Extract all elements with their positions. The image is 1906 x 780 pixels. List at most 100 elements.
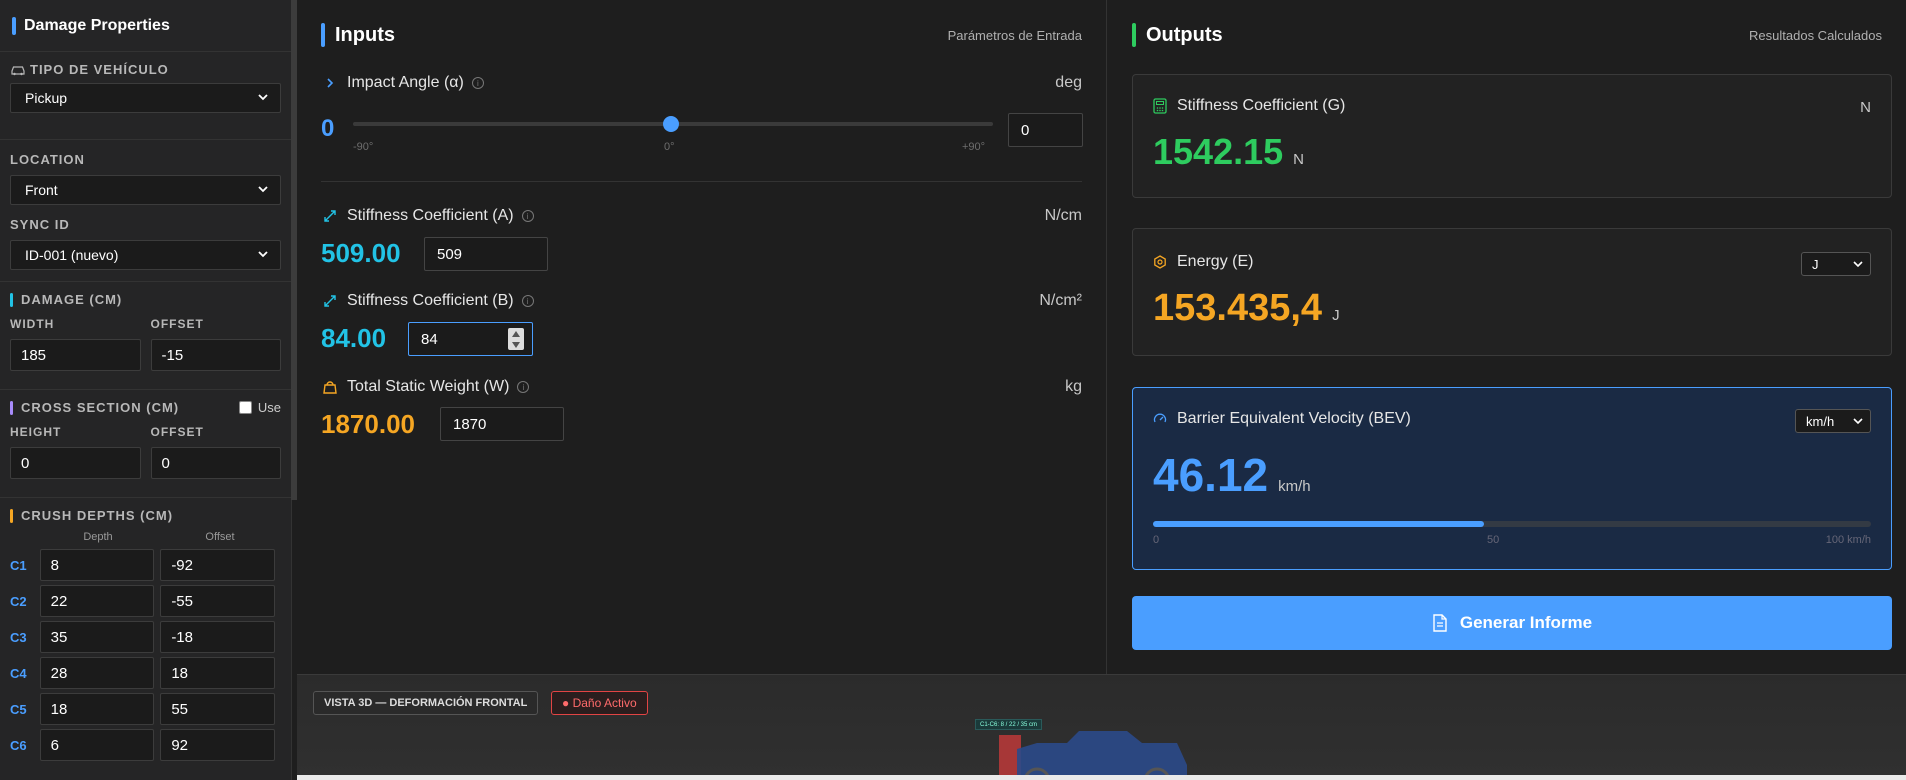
- sync-id-select[interactable]: ID-001 (nuevo): [10, 240, 281, 270]
- generate-report-label: Generar Informe: [1459, 613, 1593, 632]
- chevron-right-icon[interactable]: [321, 74, 339, 92]
- damage-fields: WIDTH 185 OFFSET -15: [10, 317, 281, 371]
- location-value: Front: [25, 182, 58, 198]
- stiffness-b-unit: N/cm²: [1039, 292, 1082, 309]
- vehicle-3d-model: [999, 731, 1187, 780]
- expand-icon: [321, 207, 339, 225]
- stiffness-a-row: Stiffness Coefficient (A) i N/cm: [321, 207, 1082, 225]
- stiffness-g-title: Stiffness Coefficient (G): [1153, 97, 1345, 115]
- crush-section: CRUSH DEPTHS (CM) Depth Offset C1 8 -92 …: [0, 498, 291, 773]
- weight-input[interactable]: 1870: [440, 407, 564, 441]
- view-3d[interactable]: VISTA 3D — DEFORMACIÓN FRONTAL ● Daño Ac…: [297, 674, 1906, 780]
- sidebar: Damage Properties TIPO DE VEHÍCULO Picku…: [0, 0, 292, 780]
- app-root: Damage Properties TIPO DE VEHÍCULO Picku…: [0, 0, 1906, 780]
- caret-down-icon[interactable]: [512, 341, 520, 348]
- stiffness-b-row: Stiffness Coefficient (B) i N/cm²: [321, 292, 1082, 310]
- stiffness-g-unit: N: [1860, 99, 1871, 116]
- damage-width-input[interactable]: 185: [10, 339, 141, 371]
- crush-offset-input[interactable]: 55: [160, 693, 275, 725]
- inputs-title-text: Inputs: [335, 23, 395, 46]
- impact-angle-slider-thumb[interactable]: [663, 116, 679, 132]
- crush-offset-input[interactable]: 92: [160, 729, 275, 761]
- cross-offset-input[interactable]: 0: [150, 447, 281, 479]
- depth-header: Depth: [83, 531, 113, 543]
- generate-report-button[interactable]: Generar Informe: [1132, 596, 1892, 650]
- energy-unit-select[interactable]: J: [1801, 252, 1871, 276]
- location-section: LOCATION Front SYNC ID ID-001 (nuevo): [0, 140, 291, 282]
- inputs-header: Inputs Parámetros de Entrada: [321, 22, 1082, 48]
- stiffness-a-unit: N/cm: [1044, 207, 1082, 224]
- crush-depth-input[interactable]: 28: [39, 657, 155, 689]
- crush-depth-input[interactable]: 8: [39, 549, 155, 581]
- bev-unit-select[interactable]: km/h: [1795, 409, 1871, 433]
- energy-value-wrap: 153.435,4 J: [1153, 287, 1340, 330]
- crush-row-label: C1: [10, 557, 27, 573]
- crush-row-label: C5: [10, 701, 27, 717]
- info-icon[interactable]: i: [521, 210, 534, 222]
- bev-unit-selected: km/h: [1806, 413, 1835, 429]
- chevron-down-icon: [258, 186, 268, 193]
- vehicle-type-label-text: TIPO DE VEHÍCULO: [30, 62, 169, 77]
- impact-angle-input[interactable]: 0: [1008, 113, 1083, 147]
- stiffness-b-input[interactable]: 84: [408, 322, 533, 356]
- cross-section-label: CROSS SECTION (CM) Use: [10, 400, 281, 415]
- cross-offset-label: OFFSET: [150, 425, 204, 439]
- damage-section: DAMAGE (CM) WIDTH 185 OFFSET -15: [0, 282, 291, 390]
- sync-id-value: ID-001 (nuevo): [25, 247, 119, 263]
- crush-row-label: C6: [10, 737, 27, 753]
- bev-scale-min: 0: [1153, 534, 1160, 546]
- outputs-title: Outputs: [1132, 23, 1223, 47]
- weight-unit: kg: [1065, 378, 1082, 395]
- location-select[interactable]: Front: [10, 175, 281, 205]
- accent-bar: [12, 16, 16, 35]
- tick-max: +90°: [962, 141, 986, 153]
- cross-offset-group: OFFSET 0: [150, 425, 281, 479]
- number-stepper[interactable]: [508, 328, 524, 350]
- info-icon[interactable]: i: [517, 381, 530, 393]
- outputs-title-text: Outputs: [1146, 23, 1223, 46]
- use-toggle[interactable]: Use: [238, 400, 281, 415]
- damage-offset-label: OFFSET: [150, 317, 204, 331]
- weight-row: Total Static Weight (W) i kg: [321, 378, 1082, 396]
- bev-scale-max: 100 km/h: [1825, 534, 1871, 546]
- info-icon[interactable]: i: [521, 295, 534, 307]
- cross-height-label: HEIGHT: [10, 425, 62, 439]
- crush-row: C5 18 55: [10, 691, 281, 727]
- damage-offset-input[interactable]: -15: [150, 339, 281, 371]
- cross-section-label-text: CROSS SECTION (CM): [21, 400, 180, 415]
- crush-row-label: C2: [10, 593, 27, 609]
- crush-offset-input[interactable]: 18: [160, 657, 275, 689]
- cross-height-group: HEIGHT 0: [10, 425, 141, 479]
- accent-bar: [321, 23, 325, 47]
- crush-depth-input[interactable]: 35: [39, 621, 155, 653]
- crush-offset-input[interactable]: -92: [160, 549, 275, 581]
- info-icon[interactable]: i: [471, 77, 484, 89]
- cross-height-input[interactable]: 0: [10, 447, 141, 479]
- chevron-down-icon: [1853, 418, 1863, 425]
- outputs-panel: Outputs Resultados Calculados Stiffness …: [1108, 0, 1906, 674]
- stiffness-a-input[interactable]: 509: [424, 237, 548, 271]
- crush-row-label: C3: [10, 629, 27, 645]
- crush-depth-input[interactable]: 18: [39, 693, 155, 725]
- energy-unit-selected: J: [1812, 256, 1819, 272]
- crush-depth-input[interactable]: 22: [39, 585, 155, 617]
- inputs-panel: Inputs Parámetros de Entrada Impact Angl…: [297, 0, 1107, 674]
- energy-card: Energy (E) J 153.435,4 J: [1132, 228, 1892, 356]
- crush-offset-input[interactable]: -18: [160, 621, 275, 653]
- crush-offset-input[interactable]: -55: [160, 585, 275, 617]
- crush-row: C1 8 -92: [10, 547, 281, 583]
- vehicle-type-select[interactable]: Pickup: [10, 83, 281, 113]
- accent-bar: [10, 400, 13, 415]
- weight-value: 1870.00: [321, 409, 415, 439]
- crush-depth-input[interactable]: 6: [39, 729, 155, 761]
- stiffness-g-value-unit: N: [1293, 151, 1304, 168]
- offset-header: Offset: [205, 531, 235, 543]
- damage-offset-group: OFFSET -15: [150, 317, 281, 371]
- bev-value-wrap: 46.12 km/h: [1153, 448, 1311, 502]
- bev-label: Barrier Equivalent Velocity (BEV): [1177, 410, 1411, 427]
- stiffness-b-value: 84.00: [321, 323, 387, 353]
- use-checkbox[interactable]: [238, 401, 252, 414]
- caret-up-icon[interactable]: [512, 330, 520, 337]
- stiffness-g-value-wrap: 1542.15 N: [1153, 131, 1304, 173]
- crush-label-text: CRUSH DEPTHS (CM): [21, 508, 174, 523]
